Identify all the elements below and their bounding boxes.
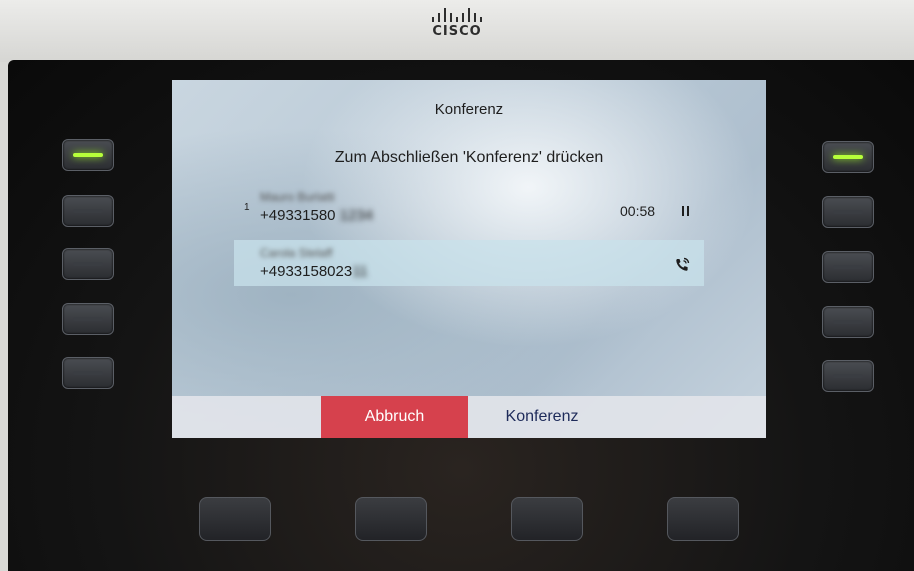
line-key-left-2[interactable]	[62, 195, 114, 227]
softkey-bar: Abbruch Konferenz	[172, 396, 766, 438]
pause-icon	[682, 206, 690, 216]
line-key-right-3[interactable]	[822, 251, 874, 283]
softkey-button-4[interactable]	[667, 497, 739, 541]
caller-number: +493315802311	[260, 263, 368, 280]
softkey-button-3[interactable]	[511, 497, 583, 541]
call-timer: 00:58	[620, 203, 656, 219]
screen-title: Konferenz	[434, 101, 504, 118]
line-key-right-2[interactable]	[822, 196, 874, 228]
led-indicator	[833, 210, 863, 214]
phone-display: Konferenz Zum Abschließen 'Konferenz' dr…	[172, 80, 766, 438]
call-row-2[interactable]: Carola Stelaff +493315802311	[234, 240, 704, 286]
line-key-left-4[interactable]	[62, 303, 114, 335]
line-key-left-5[interactable]	[62, 357, 114, 389]
top-bezel: CISCO	[0, 0, 914, 62]
cancel-softkey[interactable]: Abbruch	[321, 396, 468, 438]
led-indicator	[833, 265, 863, 269]
caller-number-redacted: 1234	[339, 207, 374, 224]
line-key-right-1[interactable]	[822, 141, 874, 173]
softkey-button-1[interactable]	[199, 497, 271, 541]
caller-name: Carola Stelaff	[260, 246, 333, 260]
caller-number-redacted: 11	[352, 263, 368, 280]
led-indicator	[833, 374, 863, 378]
line-key-right-5[interactable]	[822, 360, 874, 392]
cisco-logo-bars-icon	[0, 8, 914, 22]
caller-number-visible: +49331580	[260, 207, 336, 224]
line-key-right-4[interactable]	[822, 306, 874, 338]
line-key-left-1[interactable]	[62, 139, 114, 171]
line-key-left-3[interactable]	[62, 248, 114, 280]
conference-softkey[interactable]: Konferenz	[468, 396, 616, 438]
phone-ringing-icon	[676, 257, 690, 271]
caller-number-visible: +4933158023	[260, 263, 353, 280]
led-indicator	[73, 209, 103, 213]
caller-name: Mauro Burlatti	[260, 190, 335, 204]
led-indicator	[73, 317, 103, 321]
instruction-text: Zum Abschließen 'Konferenz' drücken	[334, 149, 604, 166]
cisco-logo: CISCO	[0, 8, 914, 39]
softkey-button-2[interactable]	[355, 497, 427, 541]
led-indicator	[73, 153, 103, 157]
led-indicator	[833, 155, 863, 159]
led-indicator	[833, 320, 863, 324]
caller-number: +49331580 1234	[260, 207, 373, 224]
led-indicator	[73, 262, 103, 266]
led-indicator	[73, 371, 103, 375]
call-row-1[interactable]: 1 Mauro Burlatti +49331580 1234 00:58	[234, 184, 704, 230]
call-index: 1	[244, 202, 250, 213]
cisco-logo-text: CISCO	[432, 24, 482, 39]
